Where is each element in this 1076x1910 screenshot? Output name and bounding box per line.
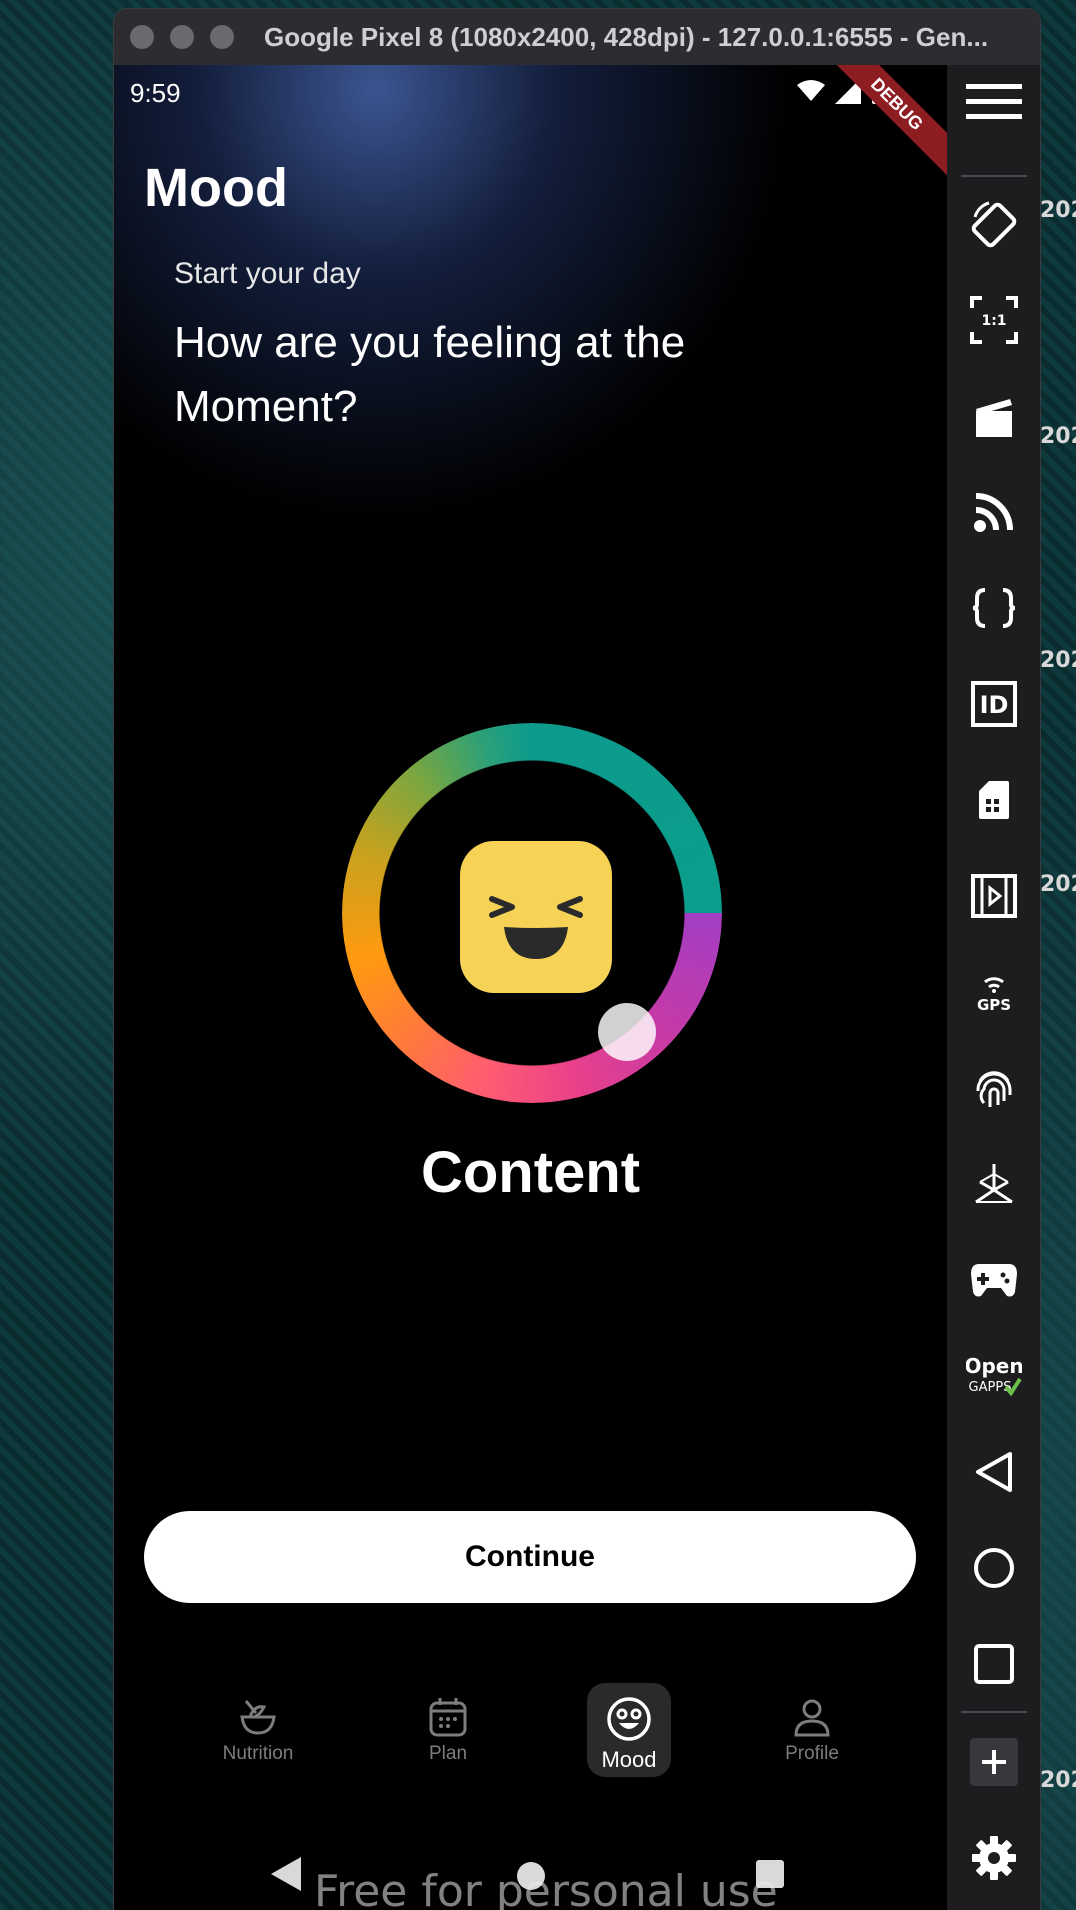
- mood-face: [460, 841, 612, 993]
- home-icon: [974, 1548, 1014, 1588]
- close-window-button[interactable]: [130, 25, 154, 49]
- sensors-button[interactable]: [961, 1151, 1027, 1217]
- opengapps-line2: GAPPS: [969, 1380, 1012, 1395]
- header-glow: [114, 65, 794, 525]
- settings-icon: [972, 1836, 1016, 1880]
- opengapps-icon: Open GAPPS: [966, 1354, 1022, 1397]
- smiley-icon: [607, 1697, 651, 1741]
- mood-selector-ring[interactable]: [342, 723, 722, 1103]
- desktop-label: 202: [1040, 1768, 1076, 1793]
- desktop-label: 202: [1040, 198, 1076, 223]
- bottom-navigation: Nutrition Plan Mood Profile: [114, 1675, 947, 1785]
- settings-button[interactable]: [961, 1825, 1027, 1891]
- page-subtitle: Start your day: [174, 257, 361, 290]
- fit-screen-button[interactable]: 1:1: [961, 287, 1027, 353]
- cast-button[interactable]: [961, 479, 1027, 545]
- nav-item-plan[interactable]: Plan: [406, 1683, 490, 1777]
- minimize-window-button[interactable]: [170, 25, 194, 49]
- wifi-icon: [797, 80, 825, 101]
- toolbar-divider: [961, 1711, 1027, 1713]
- id-icon: ID: [971, 681, 1017, 727]
- fingerprint-icon: [976, 1071, 1012, 1107]
- recents-icon: [974, 1644, 1014, 1684]
- toolbar-divider: [961, 175, 1027, 177]
- media-button[interactable]: [961, 863, 1027, 929]
- toolbar-back-button[interactable]: [961, 1439, 1027, 1505]
- film-icon: [971, 874, 1017, 918]
- record-button[interactable]: [961, 383, 1027, 449]
- sim-icon: [979, 781, 1009, 819]
- mood-label: Content: [420, 1140, 641, 1205]
- laughing-face-icon: [489, 896, 583, 959]
- phone-screen: 9:59 DEBUG Mood Start your day How are y…: [114, 65, 947, 1910]
- nav-label: Nutrition: [222, 1743, 294, 1764]
- emulator-toolbar: 1:1 ID GPS Open GAPPS: [947, 65, 1040, 1910]
- rotate-icon: [971, 201, 1017, 248]
- api-button[interactable]: [961, 575, 1027, 641]
- menu-icon: [966, 84, 1022, 119]
- menu-button[interactable]: [961, 69, 1027, 135]
- watermark-text: Free for personal use: [314, 1866, 778, 1910]
- toolbar-home-button[interactable]: [961, 1535, 1027, 1601]
- rotate-button[interactable]: [961, 191, 1027, 257]
- window-titlebar[interactable]: Google Pixel 8 (1080x2400, 428dpi) - 127…: [114, 9, 1040, 65]
- gamepad-icon: [971, 1264, 1017, 1297]
- status-time: 9:59: [130, 77, 181, 108]
- back-icon[interactable]: [269, 1855, 303, 1893]
- gps-icon: GPS: [977, 977, 1011, 1014]
- fit-icon: 1:1: [970, 296, 1018, 344]
- zoom-window-button[interactable]: [210, 25, 234, 49]
- page-title: Mood: [144, 158, 288, 218]
- opengapps-button[interactable]: Open GAPPS: [961, 1343, 1027, 1409]
- emulator-window: Google Pixel 8 (1080x2400, 428dpi) - 127…: [113, 8, 1041, 1910]
- nav-label: Profile: [785, 1743, 839, 1764]
- gps-button[interactable]: GPS: [961, 959, 1027, 1025]
- nav-label: Plan: [428, 1743, 468, 1764]
- fingerprint-button[interactable]: [961, 1055, 1027, 1121]
- axis-icon: [975, 1164, 1013, 1204]
- status-bar: 9:59 DEBUG: [114, 65, 947, 179]
- rss-icon: [974, 493, 1013, 532]
- gps-text: GPS: [977, 996, 1011, 1014]
- gamepad-button[interactable]: [961, 1247, 1027, 1313]
- clapper-icon: [976, 399, 1012, 437]
- toolbar-recents-button[interactable]: [961, 1631, 1027, 1697]
- sim-button[interactable]: [961, 767, 1027, 833]
- id-text: ID: [980, 691, 1009, 719]
- calendar-icon: [429, 1698, 467, 1737]
- nav-item-nutrition[interactable]: Nutrition: [216, 1683, 300, 1777]
- continue-button[interactable]: Continue: [144, 1511, 916, 1603]
- back-icon: [976, 1452, 1012, 1492]
- desktop-label: 202: [1040, 872, 1076, 897]
- desktop-label: 202: [1040, 424, 1076, 449]
- add-icon: [970, 1738, 1018, 1786]
- add-button[interactable]: [961, 1729, 1027, 1795]
- nav-label: Mood: [601, 1747, 657, 1772]
- desktop-label: 202: [1040, 648, 1076, 673]
- system-navigation-bar: Free for personal use: [114, 1839, 947, 1910]
- nav-item-profile[interactable]: Profile: [770, 1683, 854, 1777]
- identity-button[interactable]: ID: [961, 671, 1027, 737]
- braces-icon: [972, 588, 1016, 628]
- window-title: Google Pixel 8 (1080x2400, 428dpi) - 127…: [264, 21, 989, 52]
- bowl-icon: [240, 1700, 276, 1735]
- mood-slider-handle[interactable]: [598, 1003, 656, 1061]
- nav-item-mood[interactable]: Mood: [587, 1683, 671, 1777]
- mood-question: How are you feeling at the Moment?: [174, 318, 686, 431]
- person-icon: [794, 1699, 830, 1737]
- fit-text: 1:1: [981, 313, 1006, 329]
- opengapps-line1: Open: [966, 1354, 1022, 1378]
